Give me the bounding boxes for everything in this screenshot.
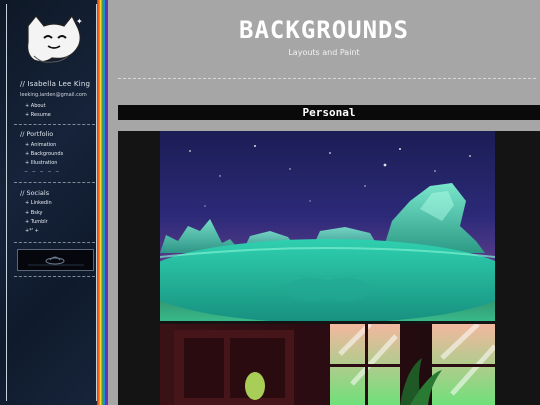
- cat-logo-icon[interactable]: ✦: [22, 12, 86, 72]
- header-divider: [118, 78, 536, 79]
- sidebar-divider: [14, 182, 95, 183]
- ufo-icon: [28, 256, 84, 266]
- sidebar-divider: [14, 276, 95, 277]
- sidebar-link-about[interactable]: + About: [25, 103, 46, 109]
- sidebar-link-backgrounds[interactable]: + Backgrounds: [25, 151, 63, 157]
- portfolio-heading: // Portfolio: [20, 130, 54, 138]
- sidebar: ✦ // Isabella Lee King leeking.iarden@gm…: [0, 0, 97, 405]
- page-title: BACKGROUNDS: [239, 16, 409, 44]
- rainbow-stripe: [97, 0, 108, 405]
- socials-heading: // Socials: [20, 189, 50, 197]
- sidebar-link-linkedin[interactable]: + Linkedin: [25, 200, 52, 206]
- sidebar-link-animation[interactable]: + Animation: [25, 142, 56, 148]
- background-artwork-crystal-lake[interactable]: [160, 131, 495, 321]
- ufo-widget[interactable]: [17, 249, 94, 271]
- page-subtitle: Layouts and Paint: [288, 48, 360, 57]
- svg-text:✦: ✦: [76, 17, 83, 26]
- sidebar-divider: [14, 124, 95, 125]
- sidebar-divider: [14, 242, 95, 243]
- sidebar-link-resume[interactable]: + Resume: [25, 112, 51, 118]
- sidebar-link-extra[interactable]: +*' +: [25, 228, 39, 234]
- paw-print-icon: ∽ ∽ ∽ ∽ ∽: [24, 169, 61, 175]
- section-header: Personal: [118, 105, 540, 120]
- artist-email[interactable]: leeking.iarden@gmail.com: [20, 92, 87, 98]
- sidebar-link-tumblr[interactable]: + Tumblr: [25, 219, 48, 225]
- sidebar-link-illustration[interactable]: + Illustration: [25, 160, 57, 166]
- background-artwork-room[interactable]: [160, 324, 495, 405]
- main-content: BACKGROUNDS Layouts and Paint Personal: [108, 0, 540, 405]
- section-title: Personal: [302, 106, 356, 119]
- artist-name: // Isabella Lee King: [20, 80, 91, 88]
- sidebar-link-bsky[interactable]: + Bsky: [25, 210, 43, 216]
